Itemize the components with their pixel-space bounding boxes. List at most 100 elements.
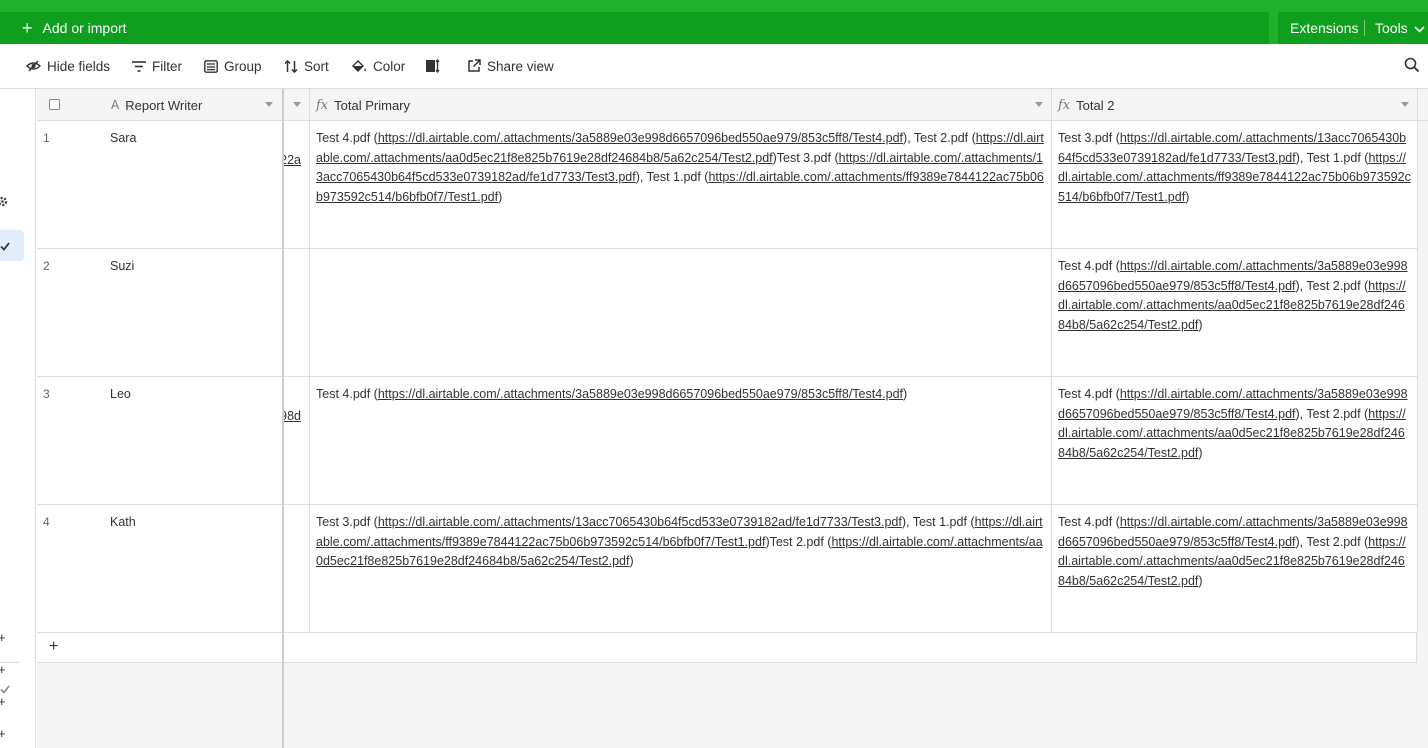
- hide-fields-label: Hide fields: [47, 58, 111, 74]
- row-number: 1: [43, 131, 50, 145]
- table-row[interactable]: 1 Sara 22a Test 4.pdf (https://dl.airtab…: [37, 121, 1418, 249]
- top-strip: [0, 0, 1428, 12]
- cell-text: ): [498, 189, 503, 204]
- cell-text: ): [1198, 573, 1203, 588]
- attachment-link[interactable]: https://dl.airtable.com/.attachments/3a5…: [378, 131, 903, 145]
- partial-column-header[interactable]: [283, 89, 310, 121]
- cell-text: Test 4.pdf (: [1058, 387, 1120, 401]
- cell-text: ): [903, 387, 908, 401]
- color-label: Color: [373, 58, 406, 74]
- column-header-total-primary[interactable]: fx Total Primary: [310, 89, 1052, 121]
- total-primary-cell[interactable]: Test 4.pdf (https://dl.airtable.com/.att…: [310, 377, 1052, 505]
- filter-label: Filter: [152, 58, 182, 74]
- cell-text: Test 4.pdf (: [316, 131, 378, 145]
- share-icon: [468, 59, 481, 72]
- total-primary-cell[interactable]: [310, 249, 1052, 377]
- column-label: Report Writer: [125, 97, 203, 113]
- plus-icon[interactable]: +: [0, 695, 8, 708]
- plus-icon: +: [22, 18, 33, 38]
- cell-text: ): [1198, 445, 1203, 460]
- total-primary-cell[interactable]: Test 4.pdf (https://dl.airtable.com/.att…: [310, 121, 1052, 249]
- extensions-button[interactable]: Extensions: [1290, 12, 1358, 44]
- chevron-down-icon[interactable]: [293, 102, 301, 107]
- cell-text: ): [629, 554, 634, 568]
- filter-icon: [132, 60, 146, 72]
- report-writer-cell[interactable]: Suzi: [104, 249, 283, 377]
- add-or-import-button[interactable]: + Add or import: [22, 12, 127, 44]
- cell-text: Test 3.pdf (: [316, 515, 378, 529]
- sort-icon: [284, 59, 298, 73]
- cell-text: )Test 2.pdf (: [765, 534, 832, 549]
- partial-cell[interactable]: [283, 505, 310, 633]
- cell-text: Test 4.pdf (: [1058, 515, 1120, 529]
- check-icon: [0, 239, 10, 254]
- column-header-report-writer[interactable]: A Report Writer: [111, 89, 202, 121]
- frozen-divider: [282, 89, 284, 748]
- row-height-icon: [426, 59, 440, 73]
- add-row-button[interactable]: +: [37, 633, 1417, 663]
- filter-button[interactable]: Filter: [132, 44, 182, 88]
- bar-separator: [1269, 12, 1278, 44]
- text-field-icon: A: [111, 98, 120, 112]
- partial-cell[interactable]: 98d: [283, 377, 310, 505]
- report-writer-cell[interactable]: Kath: [104, 505, 283, 633]
- column-header-total-2[interactable]: fx Total 2: [1052, 89, 1418, 121]
- cell-text: ), Test 1.pdf (: [635, 170, 709, 184]
- plus-icon[interactable]: +: [0, 727, 8, 740]
- row-number: 4: [43, 515, 50, 529]
- cell-text: ), Test 2.pdf (: [1295, 406, 1369, 421]
- table-bar: [0, 12, 1428, 44]
- color-button[interactable]: Color: [351, 44, 405, 88]
- hide-fields-button[interactable]: Hide fields: [26, 44, 110, 88]
- group-button[interactable]: Group: [204, 44, 262, 88]
- tools-button[interactable]: Tools: [1375, 12, 1425, 44]
- total-2-cell[interactable]: Test 4.pdf (https://dl.airtable.com/.att…: [1052, 249, 1418, 377]
- column-label: Total Primary: [334, 97, 411, 113]
- attachment-link[interactable]: https://dl.airtable.com/.attachments/13a…: [378, 515, 902, 529]
- extensions-label: Extensions: [1290, 20, 1359, 36]
- add-or-import-label: Add or import: [42, 20, 127, 36]
- table-row[interactable]: 2 Suzi Test 4.pdf (https://dl.airtable.c…: [37, 249, 1418, 377]
- total-2-cell[interactable]: Test 4.pdf (https://dl.airtable.com/.att…: [1052, 377, 1418, 505]
- gear-icon[interactable]: [0, 195, 9, 211]
- cell-text: ), Test 2.pdf (: [1295, 278, 1369, 293]
- table-row[interactable]: 4 Kath Test 3.pdf (https://dl.airtable.c…: [37, 505, 1418, 633]
- cell-text: Test 4.pdf (: [1058, 259, 1120, 273]
- search-icon[interactable]: [1404, 57, 1420, 76]
- plus-icon: +: [49, 638, 59, 655]
- report-writer-cell[interactable]: Sara: [104, 121, 283, 249]
- total-2-cell[interactable]: Test 3.pdf (https://dl.airtable.com/.att…: [1052, 121, 1418, 249]
- view-sidebar: + + + +: [0, 89, 36, 748]
- row-number: 3: [43, 387, 50, 401]
- plus-icon[interactable]: +: [0, 631, 8, 644]
- group-label: Group: [224, 58, 262, 74]
- eye-slash-icon: [26, 60, 41, 72]
- attachment-link[interactable]: https://dl.airtable.com/.attachments/3a5…: [378, 387, 903, 401]
- partial-cell[interactable]: 22a: [283, 121, 310, 249]
- share-view-button[interactable]: Share view: [467, 44, 554, 88]
- chevron-down-icon[interactable]: [265, 102, 273, 107]
- cell-text: ): [1185, 189, 1190, 204]
- cell-text: Test 4.pdf (: [316, 387, 378, 401]
- table-row[interactable]: 3 Leo 98d Test 4.pdf (https://dl.airtabl…: [37, 377, 1418, 505]
- chevron-down-icon[interactable]: [1401, 102, 1409, 107]
- app-window: + Add or import Extensions Tools Hide fi…: [0, 0, 1428, 748]
- total-2-cell[interactable]: Test 4.pdf (https://dl.airtable.com/.att…: [1052, 505, 1418, 633]
- divider: [1364, 20, 1365, 36]
- total-primary-cell[interactable]: Test 3.pdf (https://dl.airtable.com/.att…: [310, 505, 1052, 633]
- cell-text: ), Test 1.pdf (: [901, 515, 975, 529]
- plus-icon[interactable]: +: [0, 663, 8, 676]
- report-writer-cell[interactable]: Leo: [104, 377, 283, 505]
- row-height-button[interactable]: [425, 44, 447, 88]
- sort-button[interactable]: Sort: [284, 44, 329, 88]
- select-all-checkbox[interactable]: [49, 99, 60, 110]
- cell-text: )Test 3.pdf (: [772, 150, 839, 165]
- cell-text: ), Test 2.pdf (: [1295, 534, 1369, 549]
- grid-header: A Report Writer fx Total Primary fx Tota…: [37, 89, 1428, 121]
- chevron-down-icon[interactable]: [1035, 102, 1043, 107]
- partial-cell[interactable]: [283, 249, 310, 377]
- cell-text: ): [1198, 317, 1203, 332]
- cell-text: ), Test 1.pdf (: [1295, 150, 1369, 165]
- tools-label: Tools: [1375, 20, 1408, 36]
- sort-label: Sort: [304, 58, 329, 74]
